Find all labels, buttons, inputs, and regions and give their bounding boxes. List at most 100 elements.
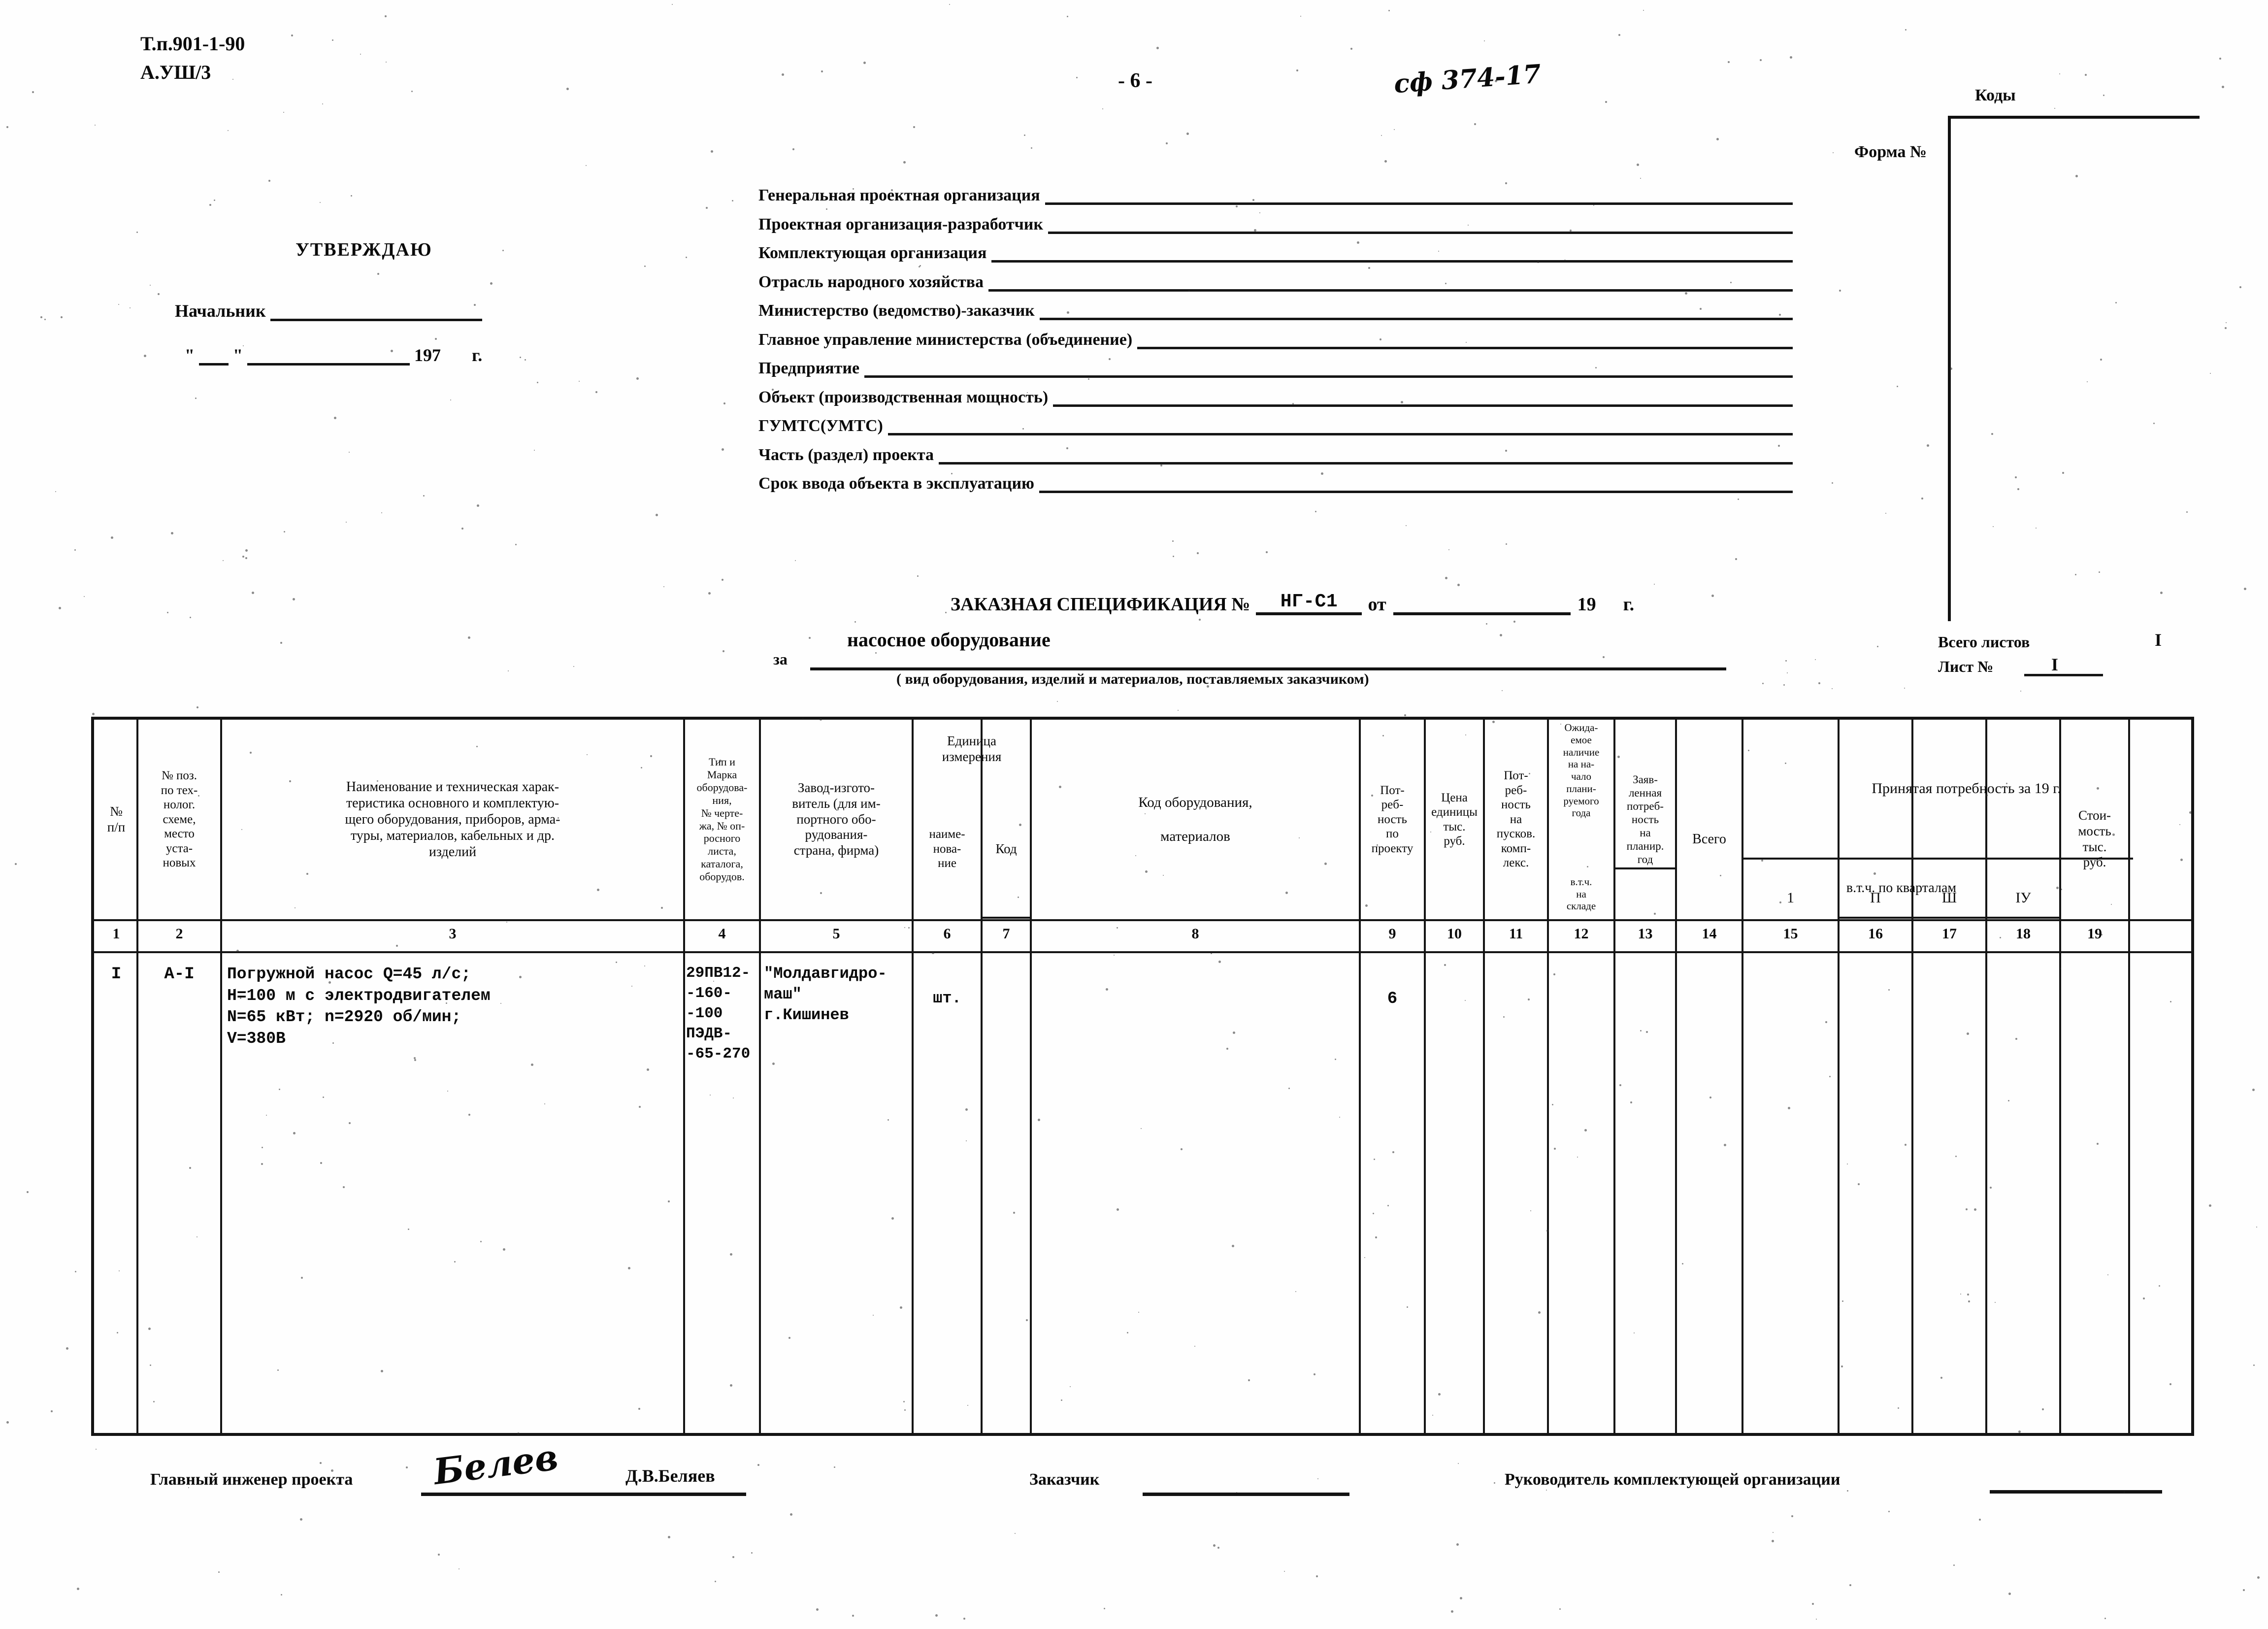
specification-from-label: от — [1368, 594, 1386, 615]
col-number: 6 — [943, 926, 951, 942]
scanned-document-page: Т.п.901-1-90 А.УШ/3 - 6 - сф 374-17 Форм… — [0, 0, 2268, 1629]
field-commissioning-date: Срок ввода объекта в эксплуатацию — [758, 474, 1793, 493]
approval-chief-blank[interactable] — [270, 304, 482, 321]
specification-year-prefix: 19 — [1577, 594, 1596, 615]
header-col-1: № п/п — [107, 803, 126, 834]
col-number: 15 — [1783, 926, 1798, 942]
document-code-line-1: Т.п.901-1-90 — [140, 33, 245, 55]
specification-table: № п/п № поз. по тех- нолог. схеме, место… — [91, 717, 2194, 1436]
field-label: Комплектующая организация — [758, 244, 987, 262]
supplying-org-head-label: Руководитель комплектующей организации — [1505, 1470, 1841, 1489]
approval-month-blank[interactable] — [247, 348, 410, 366]
cell-position-number: А-I — [164, 965, 195, 984]
col-number: 1 — [112, 926, 120, 942]
page-number: - 6 - — [1118, 69, 1152, 92]
header-col-7: Код — [995, 841, 1017, 856]
cell-row-number: I — [111, 965, 122, 984]
field-blank[interactable] — [1039, 304, 1793, 320]
sheets-total-label: Всего листов — [1938, 633, 2030, 651]
field-gumts: ГУМТС(УМТС) — [758, 417, 1793, 435]
col-number: 12 — [1574, 926, 1589, 942]
chief-engineer-name: Д.В.Беляев — [625, 1466, 715, 1486]
handwritten-archive-note: сф 374-17 — [1393, 59, 1542, 100]
field-supplying-org: Комплектующая организация — [758, 244, 1793, 263]
supplying-org-head-signature-line[interactable] — [1990, 1490, 2162, 1494]
field-blank[interactable] — [1045, 189, 1793, 205]
field-project-part: Часть (раздел) проекта — [758, 446, 1793, 465]
field-blank[interactable] — [1137, 333, 1793, 349]
header-col-4: Тип и Марка оборудова- ния, № черте- жа,… — [696, 755, 748, 883]
col-number: 8 — [1191, 926, 1199, 942]
col-number: 14 — [1702, 926, 1717, 942]
header-col-10: Цена единицы тыс. руб. — [1431, 791, 1478, 848]
field-general-design-org: Генеральная проектная организация — [758, 186, 1793, 205]
field-label: ГУМТС(УМТС) — [758, 417, 883, 435]
field-blank[interactable] — [939, 449, 1793, 465]
header-col-9: Пот- реб- ность по проекту — [1371, 783, 1413, 855]
field-blank[interactable] — [991, 247, 1793, 263]
document-code-line-2: А.УШ/3 — [140, 61, 211, 83]
col-number: 10 — [1447, 926, 1462, 942]
chief-engineer-signature: Белев — [431, 1435, 560, 1493]
chief-engineer-signature-line[interactable] — [421, 1493, 746, 1496]
field-blank[interactable] — [1048, 218, 1793, 234]
col-number: 7 — [1002, 926, 1010, 942]
field-object-capacity: Объект (производственная мощность) — [758, 388, 1793, 407]
sheets-total-value: I — [2155, 630, 2162, 650]
field-label: Министерство (ведомство)-заказчик — [758, 301, 1035, 320]
header-col-12: Ожида- емое наличие на на- чало плани- р… — [1563, 722, 1600, 819]
cell-manufacturer: "Молдавгидро- маш" г.Кишинев — [764, 964, 887, 1025]
form-number-label: Форма № — [1854, 143, 1927, 161]
field-label: Часть (раздел) проекта — [758, 445, 934, 464]
header-col-13: Заяв- ленная потреб- ность на планир. го… — [1626, 773, 1664, 866]
header-col-8: Код оборудования, материалов — [1138, 795, 1252, 844]
cell-unit-name: шт. — [933, 989, 961, 1007]
field-blank[interactable] — [887, 420, 1793, 435]
col-number: 4 — [718, 926, 726, 942]
specification-title-row: ЗАКАЗНАЯ СПЕЦИФИКАЦИЯ № НГ-С1 от 19 г. — [951, 591, 1634, 615]
col-number: 3 — [449, 926, 457, 942]
approval-day-blank[interactable] — [199, 348, 229, 366]
approval-title: УТВЕРЖДАЮ — [296, 239, 432, 260]
sheet-number-value: I — [2051, 655, 2059, 674]
specification-title-label: ЗАКАЗНАЯ СПЕЦИФИКАЦИЯ № — [951, 594, 1250, 615]
field-label: Срок ввода объекта в эксплуатацию — [758, 474, 1035, 493]
field-label: Генеральная проектная организация — [758, 186, 1040, 204]
field-blank[interactable] — [864, 362, 1793, 378]
field-blank[interactable] — [1053, 391, 1793, 407]
cell-description: Погружной насос Q=45 л/с; H=100 м с элек… — [227, 965, 491, 1048]
specification-number[interactable]: НГ-С1 — [1256, 591, 1362, 615]
field-design-org-developer: Проектная организация-разработчик — [758, 215, 1793, 234]
header-col-14: Всего — [1692, 831, 1726, 847]
col-number: 2 — [175, 926, 183, 942]
specification-date-blank[interactable] — [1393, 597, 1571, 615]
header-col-3: Наименование и техническая харак- терист… — [345, 779, 560, 860]
specification-caption: ( вид оборудования, изделий и материалов… — [896, 671, 1369, 687]
sheet-number-rule — [2024, 674, 2103, 676]
col-number: 9 — [1388, 926, 1396, 942]
codes-label: Коды — [1975, 86, 2016, 104]
organization-fields-list: Генеральная проектная организация Проект… — [758, 186, 1793, 503]
field-ministry-customer: Министерство (ведомство)-заказчик — [758, 301, 1793, 320]
specification-year-suffix: г. — [1623, 594, 1635, 615]
header-col-11: Пот- реб- ность на пусков. комп- лекс. — [1496, 769, 1536, 870]
header-col-17: Ш — [1941, 889, 1957, 906]
field-label: Предприятие — [758, 359, 860, 377]
col-number: 13 — [1638, 926, 1653, 942]
field-blank[interactable] — [1039, 477, 1793, 493]
field-main-directorate: Главное управление министерства (объедин… — [758, 331, 1793, 349]
field-blank[interactable] — [988, 276, 1793, 292]
approval-date-row: " " 197 г. — [185, 345, 482, 366]
header-col-15: 1 — [1787, 889, 1794, 906]
field-label: Проектная организация-разработчик — [758, 215, 1043, 233]
sheet-number-label: Лист № — [1938, 658, 1994, 675]
customer-signature-line[interactable] — [1143, 1493, 1349, 1496]
codes-box — [1948, 116, 2200, 621]
specification-subject: насосное оборудование — [847, 629, 1051, 651]
header-col-16: П — [1870, 889, 1881, 906]
approval-chief-label: Начальник — [175, 301, 266, 321]
approval-date-quote-open: " — [185, 345, 195, 365]
col-number: 17 — [1942, 926, 1957, 942]
approval-year-label: 197 — [414, 345, 441, 365]
col-number: 11 — [1509, 926, 1523, 942]
